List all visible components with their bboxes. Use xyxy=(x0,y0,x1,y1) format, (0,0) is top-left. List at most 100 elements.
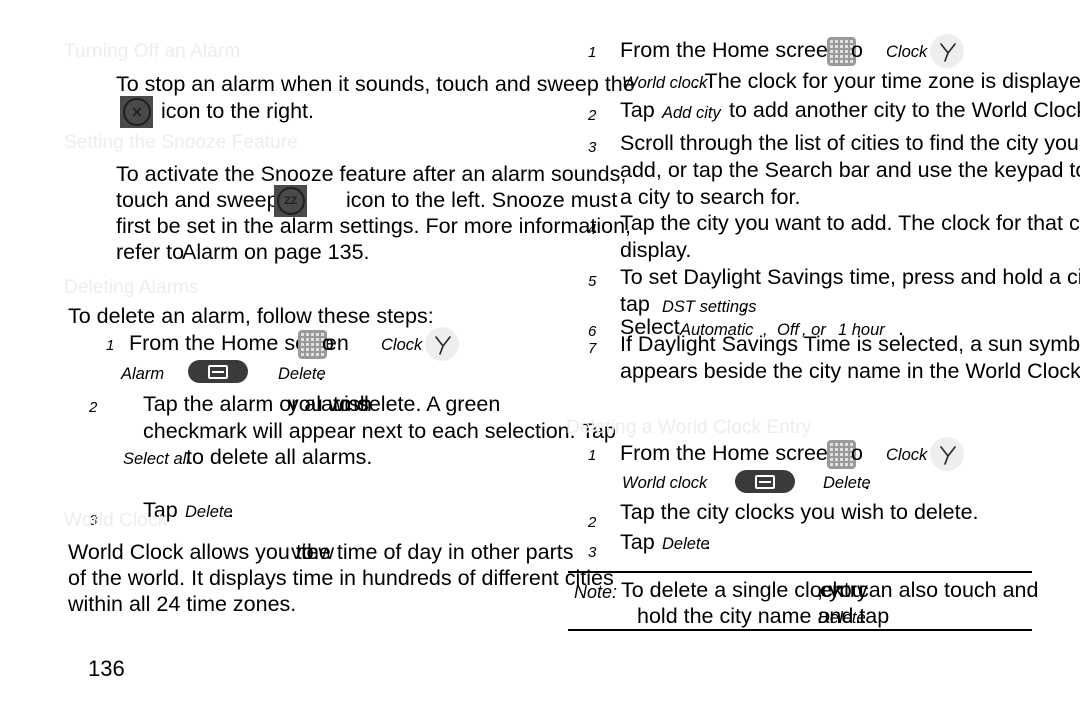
deleting-alarms-step-2-line-3: to delete all alarms. xyxy=(180,445,373,469)
grid-cell xyxy=(844,462,849,466)
snooze-body-line-3: icon to the left. Snooze must xyxy=(346,188,618,212)
deleting-alarms-step-2-line-1c: to delete. A green xyxy=(327,392,501,416)
snooze-crossref-page: on page 135. xyxy=(238,240,370,264)
grid-cell xyxy=(830,447,834,452)
grid-cell xyxy=(310,333,315,337)
deleting-alarms-step-1-alarm-label: Alarm xyxy=(121,365,165,383)
grid-cell xyxy=(315,337,320,342)
grid-cell xyxy=(305,337,310,342)
world-clock-step-2-text: to add another city to the World Clock. xyxy=(723,98,1080,122)
section-heading-world-clock: World Clock xyxy=(64,510,168,531)
deleting-alarms-step-1-number: 1 xyxy=(106,337,115,354)
delete-entry-step-1-arrow: o xyxy=(851,441,863,465)
grid-cell xyxy=(834,54,839,59)
grid-cell xyxy=(830,49,834,54)
world-clock-step-5-period: . xyxy=(741,292,747,316)
world-clock-step-7-line-2: appears beside the city name in the Worl… xyxy=(620,359,1080,383)
turning-off-body-line-1: To stop an alarm when it sounds, touch a… xyxy=(116,72,635,96)
delete-entry-step-1-period: . xyxy=(864,470,870,494)
delete-entry-step-1-text-a: From the Home screen xyxy=(620,441,840,465)
grid-cell xyxy=(839,457,844,462)
deleting-alarms-step-1-arrow: o xyxy=(322,331,334,355)
grid-cell xyxy=(301,352,305,356)
grid-cell xyxy=(301,342,305,347)
world-clock-step-1-arrow: o xyxy=(851,38,863,62)
grid-cell xyxy=(830,457,834,462)
grid-cell xyxy=(844,447,849,452)
note-bottom-rule xyxy=(568,629,1032,631)
grid-cell xyxy=(839,49,844,54)
note-line-1d: can also touch and xyxy=(852,578,1039,602)
world-clock-step-3-number: 3 xyxy=(588,139,597,156)
note-label: Note: xyxy=(574,582,618,602)
deleting-alarms-step-2-line-2: checkmark will appear next to each selec… xyxy=(143,419,616,443)
deleting-alarms-intro: To delete an alarm, follow these steps: xyxy=(68,304,434,328)
world-clock-step-5-number: 5 xyxy=(588,273,597,290)
world-clock-step-3-line-1: Scroll through the list of cities to fin… xyxy=(620,131,1079,155)
world-clock-step-5-line-1: To set Daylight Savings time, press and … xyxy=(620,265,1080,289)
grid-cell xyxy=(315,333,320,337)
section-heading-setting-the-snooze-feature: Setting the Snooze Feature xyxy=(64,132,298,153)
world-clock-step-1-number: 1 xyxy=(588,44,597,61)
world-clock-step-2-addcity-label: Add city xyxy=(662,104,721,122)
deleting-alarms-step-3-delete-label: Delete xyxy=(185,503,233,521)
grid-cell xyxy=(839,447,844,452)
grid-cell xyxy=(834,452,839,457)
deleting-alarms-step-1-clock-label: Clock xyxy=(381,336,423,354)
grid-cell xyxy=(830,462,834,466)
section-heading-turning-off-an-alarm: Turning Off an Alarm xyxy=(64,41,241,62)
alarm-dismiss-icon xyxy=(120,96,153,128)
delete-entry-step-1-clock-label: Clock xyxy=(886,446,928,464)
page-number: 136 xyxy=(88,656,125,681)
clock-icon xyxy=(425,327,459,361)
grid-cell xyxy=(301,333,305,337)
world-clock-step-3-line-2: add, or tap the Search bar and use the k… xyxy=(620,158,1080,182)
grid-cell xyxy=(315,347,320,352)
grid-cell xyxy=(310,337,315,342)
grid-cell xyxy=(830,443,834,447)
world-clock-step-2-number: 2 xyxy=(588,107,597,124)
delete-entry-step-2-number: 2 xyxy=(588,514,597,531)
grid-cell xyxy=(305,352,310,356)
menu-key-glyph xyxy=(755,474,775,489)
alarm-dismiss-glyph xyxy=(122,98,151,126)
snooze-icon: ZZ xyxy=(274,185,307,217)
grid-cell xyxy=(839,443,844,447)
snooze-body-line-4: first be set in the alarm settings. For … xyxy=(116,214,632,238)
world-clock-step-4-number: 4 xyxy=(588,221,597,238)
world-clock-step-7-number: 7 xyxy=(588,340,597,357)
clock-icon xyxy=(930,437,964,471)
grid-cell xyxy=(839,54,844,59)
grid-cell xyxy=(844,443,849,447)
delete-entry-step-1-worldclock-label: World clock xyxy=(622,474,708,492)
grid-cell xyxy=(844,59,849,63)
grid-cell xyxy=(834,443,839,447)
delete-entry-step-3-period: . xyxy=(705,530,711,554)
snooze-body-line-2: touch and sweep xyxy=(116,188,279,212)
grid-cell xyxy=(839,44,844,49)
clock-icon xyxy=(930,34,964,68)
section-heading-deleting-alarms: Deleting Alarms xyxy=(64,277,199,298)
grid-cell xyxy=(830,54,834,59)
world-clock-step-6-number: 6 xyxy=(588,323,597,340)
deleting-alarms-step-1-period: . xyxy=(318,361,324,385)
delete-entry-step-3-delete-label: Delete xyxy=(662,535,710,553)
world-clock-body-line-1a: World Clock allows you to xyxy=(68,540,314,564)
grid-cell xyxy=(310,342,315,347)
delete-entry-step-1-number: 1 xyxy=(588,447,597,464)
grid-cell xyxy=(310,352,315,356)
world-clock-step-5-tap: tap xyxy=(620,292,650,316)
world-clock-step-1-clock-label: Clock xyxy=(886,43,928,61)
note-top-rule xyxy=(568,571,1032,573)
grid-cell xyxy=(839,59,844,63)
world-clock-step-4-line-2: display. xyxy=(620,238,692,262)
snooze-body-line-1: To activate the Snooze feature after an … xyxy=(116,162,627,186)
grid-cell xyxy=(844,40,849,44)
grid-cell xyxy=(305,333,310,337)
grid-cell xyxy=(305,342,310,347)
grid-cell xyxy=(315,352,320,356)
world-clock-body-line-3: within all 24 time zones. xyxy=(68,592,297,616)
grid-cell xyxy=(834,40,839,44)
turning-off-body-line-2: icon to the right. xyxy=(161,99,314,123)
snooze-body-line-5: refer to xyxy=(116,240,185,264)
